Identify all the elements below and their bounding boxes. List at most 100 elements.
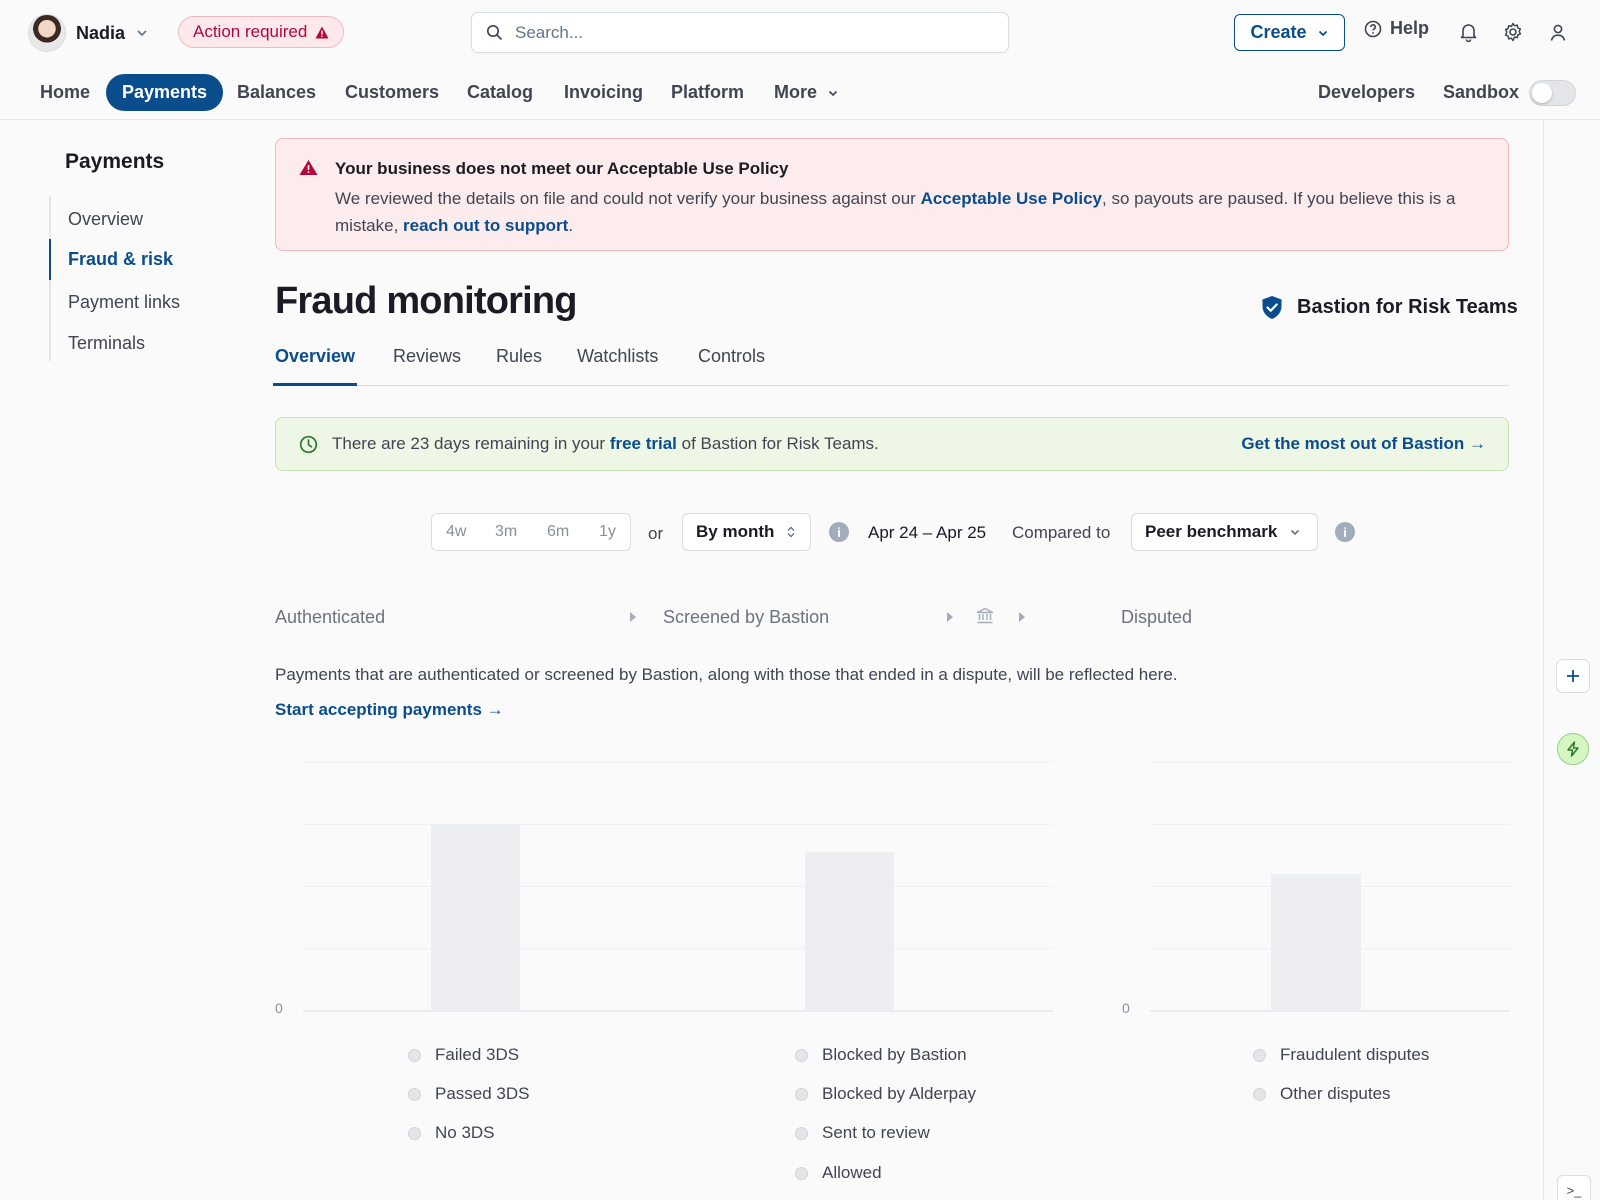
placeholder-bar <box>805 852 894 1011</box>
range-1y[interactable]: 1y <box>599 523 616 541</box>
range-4w[interactable]: 4w <box>446 523 466 541</box>
warning-icon <box>315 26 329 38</box>
start-accepting-payments-link[interactable]: Start accepting payments → <box>275 700 504 720</box>
legend-dot <box>795 1048 808 1062</box>
empty-state-message: Payments that are authenticated or scree… <box>275 665 1178 684</box>
acceptable-use-policy-link[interactable]: Acceptable Use Policy <box>921 189 1102 208</box>
legend-label: No 3DS <box>435 1123 495 1142</box>
range-6m[interactable]: 6m <box>547 523 569 541</box>
tab-reviews[interactable]: Reviews <box>393 346 461 386</box>
user-name: Nadia <box>76 22 126 43</box>
legend-dot <box>408 1048 421 1062</box>
search-bar[interactable] <box>471 12 1009 53</box>
y-tick-label: 0 <box>275 1000 283 1015</box>
nav-item-payments[interactable]: Payments <box>106 74 224 111</box>
notifications-button[interactable] <box>1456 20 1480 44</box>
nav-item-catalog[interactable]: Catalog <box>467 74 533 111</box>
compared-to-label: Compared to <box>1012 523 1111 542</box>
bank-icon <box>976 607 994 624</box>
gear-icon <box>1504 22 1522 42</box>
legend-label: Sent to review <box>822 1123 930 1142</box>
legend-blocked-by-bastion[interactable]: Blocked by Bastion <box>795 1045 967 1065</box>
get-most-out-link[interactable]: Get the most out of Bastion → <box>1241 434 1486 454</box>
clock-icon <box>299 435 318 454</box>
tab-bar: Overview Reviews Rules Watchlists Contro… <box>273 340 1509 386</box>
trial-banner: There are 23 days remaining in your free… <box>275 417 1509 471</box>
account-switcher[interactable]: Nadia <box>28 14 149 52</box>
main-nav: Home Payments Balances Customers Catalog… <box>0 72 1600 120</box>
interval-select[interactable]: By month <box>682 513 811 551</box>
legend-label: Allowed <box>822 1163 882 1182</box>
right-rail-divider <box>1543 120 1544 1200</box>
legend-blocked-by-alderpay[interactable]: Blocked by Alderpay <box>795 1084 976 1104</box>
policy-warning-banner: Your business does not meet our Acceptab… <box>275 138 1509 251</box>
sidebar-item-fraud-risk[interactable]: Fraud & risk <box>49 239 229 280</box>
help-button[interactable]: Help <box>1364 18 1429 39</box>
search-input[interactable] <box>515 22 985 43</box>
bell-icon <box>1460 24 1476 42</box>
placeholder-bar <box>431 824 520 1011</box>
free-trial-link[interactable]: free trial <box>610 434 677 453</box>
info-icon[interactable]: i <box>829 522 849 542</box>
action-required-badge[interactable]: Action required <box>178 16 345 48</box>
legend-dot <box>795 1087 808 1101</box>
legend-label: Other disputes <box>1280 1084 1391 1103</box>
person-icon <box>1550 24 1566 41</box>
screening-chart: 0 <box>275 761 1053 1015</box>
tab-controls[interactable]: Controls <box>698 346 765 386</box>
nav-item-platform[interactable]: Platform <box>671 74 744 111</box>
sidebar-item-terminals[interactable]: Terminals <box>51 326 231 360</box>
sandbox-toggle[interactable] <box>1529 80 1576 106</box>
nav-more-label: More <box>774 82 818 102</box>
interval-value: By month <box>696 522 775 541</box>
create-label: Create <box>1250 22 1307 42</box>
search-icon <box>486 24 503 41</box>
legend-other-disputes[interactable]: Other disputes <box>1253 1084 1391 1104</box>
sidebar-item-overview[interactable]: Overview <box>51 202 231 236</box>
legend-dot <box>795 1166 808 1180</box>
legend-allowed[interactable]: Allowed <box>795 1163 882 1183</box>
legend-passed-3ds[interactable]: Passed 3DS <box>408 1084 530 1104</box>
legend-fraudulent-disputes[interactable]: Fraudulent disputes <box>1253 1045 1429 1065</box>
tab-watchlists[interactable]: Watchlists <box>577 346 658 386</box>
nav-item-balances[interactable]: Balances <box>237 74 316 111</box>
legend-failed-3ds[interactable]: Failed 3DS <box>408 1045 519 1065</box>
action-required-label: Action required <box>193 22 308 41</box>
legend-sent-to-review[interactable]: Sent to review <box>795 1123 930 1143</box>
range-3m[interactable]: 3m <box>495 523 517 541</box>
y-tick-label: 0 <box>1122 1000 1130 1015</box>
profile-button[interactable] <box>1546 20 1570 44</box>
sidebar-item-payment-links[interactable]: Payment links <box>51 285 231 319</box>
nav-item-more[interactable]: More <box>774 74 839 111</box>
policy-text-1: We reviewed the details on file and coul… <box>335 189 921 208</box>
terminal-icon: >_ <box>1566 1182 1582 1198</box>
info-icon[interactable]: i <box>1335 522 1355 542</box>
nav-item-invoicing[interactable]: Invoicing <box>564 74 643 111</box>
tab-rules[interactable]: Rules <box>496 346 542 386</box>
policy-banner-body: We reviewed the details on file and coul… <box>335 185 1485 239</box>
tab-overview[interactable]: Overview <box>273 346 358 386</box>
policy-banner-title: Your business does not meet our Acceptab… <box>335 159 789 178</box>
funnel-step-screened: Screened by Bastion <box>663 607 830 627</box>
nav-item-customers[interactable]: Customers <box>345 74 439 111</box>
comparison-select[interactable]: Peer benchmark <box>1131 513 1318 551</box>
support-link[interactable]: reach out to support <box>403 216 568 235</box>
nav-item-developers[interactable]: Developers <box>1318 74 1415 111</box>
comparison-value: Peer benchmark <box>1145 522 1278 541</box>
nav-item-home[interactable]: Home <box>40 74 90 111</box>
legend-label: Passed 3DS <box>435 1084 530 1103</box>
add-widget-button[interactable] <box>1556 659 1590 693</box>
warning-icon <box>299 160 318 175</box>
chevron-down-icon <box>1318 30 1327 36</box>
legend-no-3ds[interactable]: No 3DS <box>408 1123 495 1143</box>
chevron-down-icon <box>135 26 149 40</box>
legend-dot <box>1253 1087 1266 1101</box>
assistant-button[interactable] <box>1557 733 1589 765</box>
help-label: Help <box>1390 18 1430 38</box>
create-button[interactable]: Create <box>1234 14 1345 51</box>
funnel-step-disputed: Disputed <box>1121 607 1193 627</box>
terminal-button[interactable]: >_ <box>1557 1175 1591 1200</box>
toggle-knob <box>1532 83 1552 103</box>
settings-button[interactable] <box>1501 20 1525 44</box>
lightning-icon <box>1567 741 1579 757</box>
